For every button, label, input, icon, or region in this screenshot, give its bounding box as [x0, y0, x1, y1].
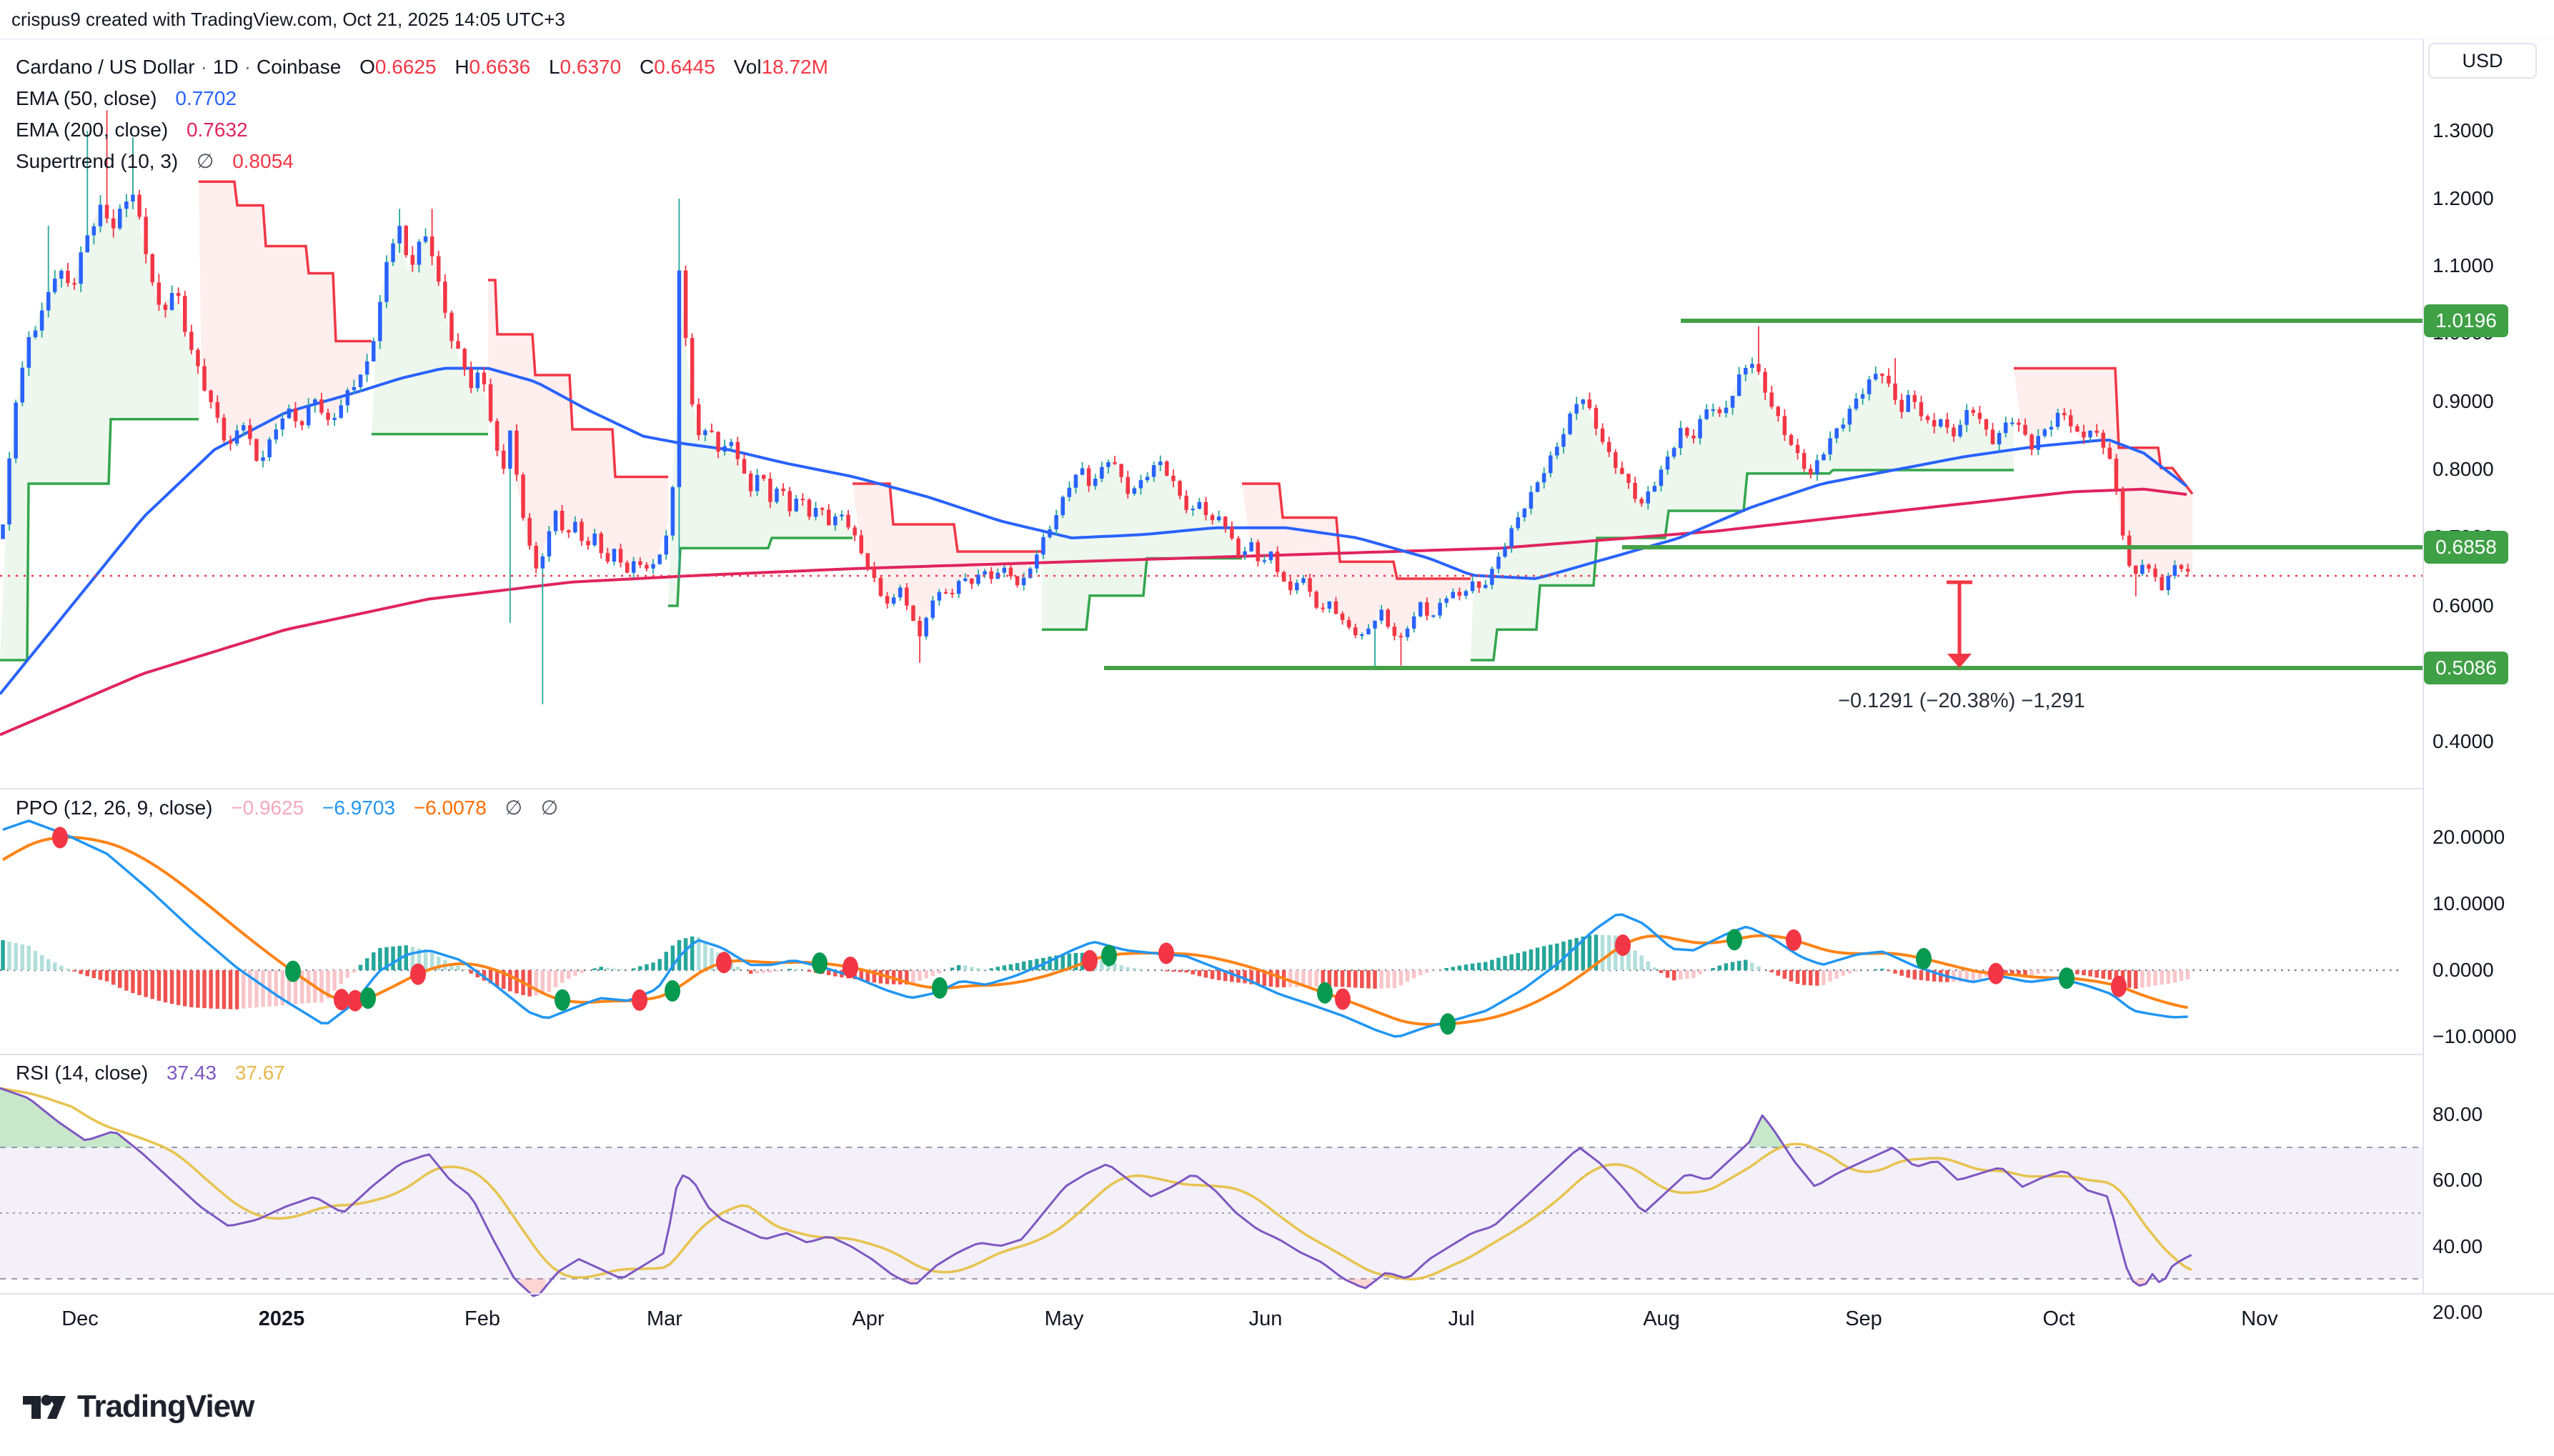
ema50-label[interactable]: EMA (50, close)	[16, 87, 157, 109]
time-axis-label: Feb	[464, 1307, 500, 1331]
ppo-legend-row[interactable]: PPO (12, 26, 9, close) −0.9625 −6.9703 −…	[16, 796, 558, 819]
ema50-value: 0.7702	[175, 87, 237, 109]
ppo-axis-tick: 20.0000	[2433, 826, 2505, 849]
low-label: L	[549, 56, 560, 78]
ppo-line-value: −6.9703	[322, 797, 395, 819]
supertrend-empty-icon: ∅	[197, 150, 214, 172]
low-value: 0.6370	[560, 56, 622, 78]
legend-separator: ·	[239, 56, 257, 78]
rsi-axis-tick: 80.00	[2433, 1103, 2483, 1126]
high-value: 0.6636	[469, 56, 531, 78]
ppo-empty-icon: ∅	[505, 797, 522, 819]
exchange-label: Coinbase	[257, 56, 341, 78]
time-axis-label: Oct	[2042, 1307, 2074, 1331]
ppo-axis-tick: 10.0000	[2433, 892, 2505, 915]
timeframe-label[interactable]: 1D	[213, 56, 239, 78]
symbol-name[interactable]: Cardano / US Dollar	[16, 56, 195, 78]
ppo-hist-value: −0.9625	[231, 797, 304, 819]
main-legend: Cardano / US Dollar·1D·Coinbase O0.6625 …	[16, 51, 828, 177]
price-level-badge: 0.6858	[2424, 531, 2508, 564]
legend-separator: ·	[195, 56, 213, 78]
volume-value: 18.72M	[762, 56, 828, 78]
price-axis-tick: 0.8000	[2433, 458, 2494, 481]
ppo-axis-tick: −10.0000	[2433, 1025, 2517, 1048]
time-axis-divider	[0, 1293, 2554, 1295]
ppo-label[interactable]: PPO (12, 26, 9, close)	[16, 797, 212, 819]
time-axis-label: Nov	[2241, 1307, 2278, 1331]
time-axis-label: Apr	[852, 1307, 884, 1331]
time-axis-label: Jul	[1448, 1307, 1474, 1331]
price-level-badge: 0.5086	[2424, 652, 2508, 684]
ema200-legend-row[interactable]: EMA (200, close) 0.7632	[16, 114, 828, 146]
rsi-legend-row[interactable]: RSI (14, close) 37.43 37.67	[16, 1062, 285, 1084]
ema200-value: 0.7632	[187, 119, 248, 141]
open-value: 0.6625	[375, 56, 437, 78]
ppo-axis-tick: 0.0000	[2433, 959, 2494, 982]
price-axis-tick: 1.1000	[2433, 254, 2494, 277]
time-axis-label: Mar	[647, 1307, 682, 1331]
tradingview-logo-text: TradingView	[77, 1389, 254, 1425]
rsi-axis-tick: 20.00	[2433, 1301, 2483, 1324]
rsi-axis-tick: 60.00	[2433, 1169, 2483, 1192]
time-axis-label: 2025	[259, 1307, 305, 1331]
rsi-value: 37.43	[167, 1062, 217, 1084]
time-axis-label: Sep	[1845, 1307, 1882, 1331]
price-level-badge: 1.0196	[2424, 304, 2508, 337]
rsi-panel-divider[interactable]	[0, 1054, 2554, 1055]
supertrend-label[interactable]: Supertrend (10, 3)	[16, 150, 178, 172]
time-axis-label: Aug	[1643, 1307, 1680, 1331]
price-axis-tick: 0.4000	[2433, 730, 2494, 753]
time-axis-label: May	[1045, 1307, 1084, 1331]
price-axis-tick: 0.9000	[2433, 390, 2494, 413]
ema200-label[interactable]: EMA (200, close)	[16, 119, 168, 141]
supertrend-value: 0.8054	[232, 150, 294, 172]
ppo-signal-value: −6.0078	[414, 797, 487, 819]
measurement-annotation: −0.1291 (−20.38%) −1,291	[1838, 689, 2085, 712]
tradingview-logo-icon	[21, 1390, 67, 1423]
tradingview-watermark[interactable]: TradingView	[21, 1389, 254, 1425]
ppo-panel-divider[interactable]	[0, 788, 2554, 789]
currency-toggle-button[interactable]: USD	[2428, 43, 2537, 79]
price-axis-tick: 1.2000	[2433, 187, 2494, 210]
volume-label: Vol	[734, 56, 762, 78]
ema50-legend-row[interactable]: EMA (50, close) 0.7702	[16, 83, 828, 114]
high-label: H	[454, 56, 469, 78]
price-axis-tick: 1.3000	[2433, 119, 2494, 142]
close-value: 0.6445	[654, 56, 715, 78]
time-axis-label: Dec	[61, 1307, 99, 1331]
supertrend-legend-row[interactable]: Supertrend (10, 3) ∅ 0.8054	[16, 146, 828, 177]
price-axis-tick: 0.6000	[2433, 594, 2494, 617]
symbol-legend-row[interactable]: Cardano / US Dollar·1D·Coinbase O0.6625 …	[16, 51, 828, 83]
ppo-empty-icon: ∅	[541, 797, 558, 819]
time-axis-label: Jun	[1249, 1307, 1283, 1331]
tradingview-chart-page: crispus9 created with TradingView.com, O…	[0, 0, 2554, 1456]
rsi-label[interactable]: RSI (14, close)	[16, 1062, 148, 1084]
rsi-axis-tick: 40.00	[2433, 1235, 2483, 1258]
close-label: C	[640, 56, 654, 78]
open-label: O	[359, 56, 375, 78]
chart-canvas[interactable]: −0.1291 (−20.38%) −1,291	[0, 0, 2554, 1456]
rsi-ma-value: 37.67	[235, 1062, 285, 1084]
